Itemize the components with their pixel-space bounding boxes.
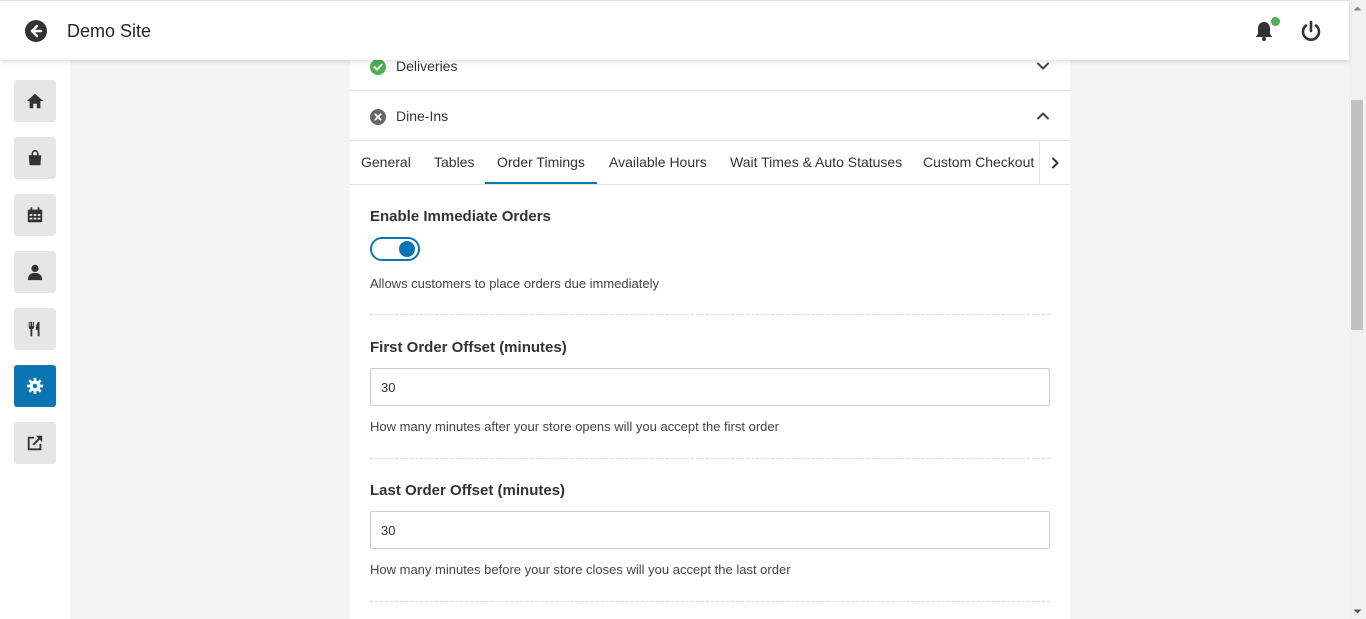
immediate-orders-toggle[interactable]	[370, 237, 420, 261]
tab-order-timings[interactable]: Order Timings	[485, 141, 597, 184]
tab-tables[interactable]: Tables	[434, 141, 474, 184]
power-icon[interactable]	[1299, 19, 1323, 43]
first-offset-title: First Order Offset (minutes)	[370, 339, 567, 356]
shopping-bag-icon	[28, 150, 42, 166]
sidebar-item-calendar[interactable]	[14, 194, 56, 236]
toggle-knob	[399, 241, 415, 257]
divider	[370, 458, 1050, 459]
divider	[370, 314, 1050, 315]
scrollbar-thumb[interactable]	[1351, 100, 1363, 330]
sidebar-item-settings[interactable]	[14, 365, 56, 407]
top-bar: Demo Site	[0, 0, 1349, 60]
utensils-icon	[28, 321, 40, 337]
last-offset-title: Last Order Offset (minutes)	[370, 482, 566, 499]
tab-scroll-right-button[interactable]	[1039, 141, 1070, 184]
site-title: Demo Site	[67, 21, 152, 41]
page-scrollbar[interactable]	[1349, 0, 1366, 619]
immediate-orders-title: Enable Immediate Orders	[370, 208, 551, 225]
sidebar-item-home[interactable]	[14, 80, 56, 122]
scroll-up-arrow-icon[interactable]	[1353, 4, 1362, 13]
tab-available-hours[interactable]: Available Hours	[609, 141, 707, 184]
first-offset-help: How many minutes after your store opens …	[370, 419, 779, 434]
gear-icon	[26, 377, 44, 395]
tab-general[interactable]: General	[361, 141, 411, 184]
last-offset-help: How many minutes before your store close…	[370, 562, 791, 577]
check-circle-icon	[370, 59, 386, 75]
immediate-orders-help: Allows customers to place orders due imm…	[370, 276, 660, 291]
divider	[370, 601, 1050, 602]
accordion-dine-ins[interactable]: Dine-Ins	[350, 92, 1070, 141]
user-icon	[27, 264, 43, 281]
back-arrow-icon[interactable]	[24, 19, 48, 43]
tab-bar: General Tables Order Timings Available H…	[350, 141, 1070, 185]
notification-dot	[1271, 17, 1280, 26]
sidebar-item-orders[interactable]	[14, 137, 56, 179]
tab-custom-checkout[interactable]: Custom Checkout F	[923, 141, 1047, 184]
chevron-up-icon	[1037, 112, 1049, 120]
sidebar-item-customers[interactable]	[14, 251, 56, 293]
external-link-icon	[27, 435, 43, 451]
x-circle-icon	[370, 109, 386, 125]
accordion-label: Dine-Ins	[396, 108, 449, 124]
sidebar	[0, 60, 70, 619]
scroll-down-arrow-icon[interactable]	[1353, 607, 1362, 616]
first-offset-input[interactable]: 30	[370, 368, 1050, 406]
chevron-right-icon	[1052, 157, 1059, 168]
home-icon	[26, 93, 44, 109]
calendar-icon	[27, 207, 43, 223]
accordion-label: Deliveries	[396, 58, 458, 74]
last-offset-input[interactable]: 30	[370, 511, 1050, 549]
sidebar-item-menus[interactable]	[14, 308, 56, 350]
tab-wait-times[interactable]: Wait Times & Auto Statuses	[730, 141, 902, 184]
sidebar-item-external[interactable]	[14, 422, 56, 464]
chevron-down-icon	[1037, 62, 1049, 70]
settings-panel: Deliveries Dine-Ins General Tables Order…	[350, 42, 1070, 619]
